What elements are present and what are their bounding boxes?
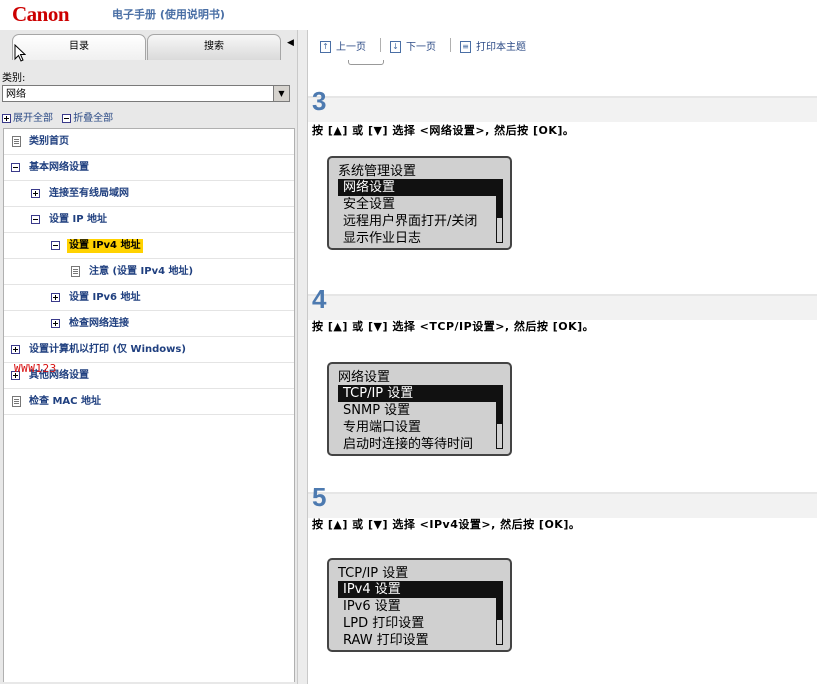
step-band xyxy=(308,492,817,518)
plus-icon xyxy=(2,113,11,123)
lcd-title: 系统管理设置 xyxy=(338,164,417,179)
lcd-scroll-thumb xyxy=(497,582,502,620)
category-label: 类别: xyxy=(2,73,26,84)
minus-icon[interactable] xyxy=(51,241,60,250)
tree-controls: 展开全部 折叠全部 xyxy=(2,109,119,124)
category-select[interactable]: 网络 ▼ xyxy=(2,85,290,102)
collapse-all-button[interactable]: 折叠全部 xyxy=(62,113,113,124)
tree-item-ipv4-note[interactable]: 注意 (设置 IPv4 地址) xyxy=(4,259,294,285)
plus-icon[interactable] xyxy=(51,319,60,328)
canon-logo[interactable]: Canon xyxy=(12,2,70,27)
lcd-item-selected: IPv4 设置 xyxy=(338,581,498,598)
print-topic-button[interactable]: ≡ 打印本主题 xyxy=(460,38,526,53)
lcd-item: IPv6 设置 xyxy=(343,599,401,614)
doc-icon xyxy=(12,136,21,147)
tree-item-mac-address[interactable]: 检查 MAC 地址 xyxy=(4,389,294,415)
expand-all-label: 展开全部 xyxy=(13,113,53,124)
minus-icon xyxy=(62,113,72,123)
mouse-cursor-icon xyxy=(14,44,26,62)
arrow-up-icon: ↑ xyxy=(320,41,331,53)
collapse-pane-icon[interactable]: ◀ xyxy=(287,38,294,48)
lcd-item: LPD 打印设置 xyxy=(343,616,425,631)
previous-lcd-edge xyxy=(348,60,384,65)
watermark-text: WWW123 xyxy=(14,362,57,375)
step-band xyxy=(308,96,817,122)
lcd-scroll-thumb xyxy=(497,180,502,218)
doc-icon xyxy=(71,266,80,277)
lcd-screen: TCP/IP 设置 IPv4 设置 IPv6 设置 LPD 打印设置 RAW 打… xyxy=(327,558,512,652)
step-instruction: 按 [▲] 或 [▼] 选择 <IPv4设置>, 然后按 [OK]。 xyxy=(312,518,581,531)
step-band xyxy=(308,294,817,320)
tree-item-label: 设置 IPv6 地址 xyxy=(69,292,141,303)
lcd-screen: 网络设置 TCP/IP 设置 SNMP 设置 专用端口设置 启动时连接的等待时间 xyxy=(327,362,512,456)
tab-contents[interactable]: 目录 xyxy=(12,34,146,60)
manual-subtitle: 电子手册 (使用说明书) xyxy=(112,8,225,21)
plus-icon[interactable] xyxy=(11,345,20,354)
contents-tree: 类别首页 基本网络设置 连接至有线局域网 设置 IP 地址 设置 IPv4 地址… xyxy=(3,128,295,682)
tab-bar: 目录 搜索 ◀ xyxy=(0,30,297,60)
next-page-label: 下一页 xyxy=(406,42,436,53)
tree-item-basic-network[interactable]: 基本网络设置 xyxy=(4,155,294,181)
lcd-item-selected: TCP/IP 设置 xyxy=(338,385,498,402)
print-topic-label: 打印本主题 xyxy=(476,42,526,53)
tree-item-wired-lan[interactable]: 连接至有线局域网 xyxy=(4,181,294,207)
content-toolbar: ↑ 上一页 ↓ 下一页 ≡ 打印本主题 xyxy=(308,30,817,61)
tree-item-label-selected: 设置 IPv4 地址 xyxy=(67,239,143,253)
collapse-all-label: 折叠全部 xyxy=(73,113,114,124)
tree-item-label: 注意 (设置 IPv4 地址) xyxy=(89,266,194,277)
lcd-item-selected: 网络设置 xyxy=(338,179,498,196)
left-pane: 目录 搜索 ◀ 类别: 网络 ▼ 展开全部 折叠全部 类别首页 基本网络设置 连… xyxy=(0,30,297,684)
tab-search[interactable]: 搜索 xyxy=(147,34,281,60)
next-page-button[interactable]: ↓ 下一页 xyxy=(390,38,436,53)
lcd-item: RAW 打印设置 xyxy=(343,633,429,648)
step-number: 4 xyxy=(312,284,327,314)
step-instruction: 按 [▲] 或 [▼] 选择 <TCP/IP设置>, 然后按 [OK]。 xyxy=(312,320,595,333)
dropdown-arrow-icon[interactable]: ▼ xyxy=(273,86,289,101)
plus-icon[interactable] xyxy=(31,189,40,198)
tree-item-label: 检查网络连接 xyxy=(69,318,129,329)
step-number: 3 xyxy=(312,86,327,116)
tree-item-label: 类别首页 xyxy=(29,136,69,147)
prev-page-label: 上一页 xyxy=(336,42,366,53)
tree-item-ip-address[interactable]: 设置 IP 地址 xyxy=(4,207,294,233)
lcd-item: 启动时连接的等待时间 xyxy=(343,437,474,452)
tree-item-label: 基本网络设置 xyxy=(29,162,89,173)
tree-item-label: 设置计算机以打印 (仅 Windows) xyxy=(29,344,186,355)
pane-splitter[interactable] xyxy=(297,30,308,684)
tree-item-ipv4-address[interactable]: 设置 IPv4 地址 xyxy=(4,233,294,259)
minus-icon[interactable] xyxy=(31,215,40,224)
lcd-title: 网络设置 xyxy=(338,370,391,385)
doc-icon xyxy=(12,396,21,407)
lcd-item: SNMP 设置 xyxy=(343,403,411,418)
tree-item-ipv6-address[interactable]: 设置 IPv6 地址 xyxy=(4,285,294,311)
tree-item-check-network[interactable]: 检查网络连接 xyxy=(4,311,294,337)
lcd-scroll-thumb xyxy=(497,386,502,424)
step-number: 5 xyxy=(312,482,327,512)
lcd-screen: 系统管理设置 网络设置 安全设置 远程用户界面打开/关闭 显示作业日志 xyxy=(327,156,512,250)
minus-icon[interactable] xyxy=(11,163,20,172)
step-instruction: 按 [▲] 或 [▼] 选择 <网络设置>, 然后按 [OK]。 xyxy=(312,124,575,137)
toolbar-divider xyxy=(450,38,451,52)
prev-page-button[interactable]: ↑ 上一页 xyxy=(320,38,366,53)
tree-item-computer-print[interactable]: 设置计算机以打印 (仅 Windows) xyxy=(4,337,294,363)
arrow-down-icon: ↓ xyxy=(390,41,401,53)
lcd-title: TCP/IP 设置 xyxy=(338,566,409,581)
tree-item-category-home[interactable]: 类别首页 xyxy=(4,129,294,155)
print-icon: ≡ xyxy=(460,41,471,53)
app-header: Canon 电子手册 (使用说明书) xyxy=(0,0,817,30)
lcd-item: 显示作业日志 xyxy=(343,231,422,246)
tree-item-label: 连接至有线局域网 xyxy=(49,188,129,199)
lcd-item: 远程用户界面打开/关闭 xyxy=(343,214,478,229)
lcd-item: 安全设置 xyxy=(343,197,396,212)
lcd-item: 专用端口设置 xyxy=(343,420,422,435)
plus-icon[interactable] xyxy=(51,293,60,302)
toolbar-divider xyxy=(380,38,381,52)
tree-item-label: 检查 MAC 地址 xyxy=(29,396,101,407)
tree-item-label: 设置 IP 地址 xyxy=(49,214,108,225)
category-value: 网络 xyxy=(6,89,26,100)
content-area: 3 按 [▲] 或 [▼] 选择 <网络设置>, 然后按 [OK]。 系统管理设… xyxy=(308,60,817,684)
expand-all-button[interactable]: 展开全部 xyxy=(2,113,53,124)
